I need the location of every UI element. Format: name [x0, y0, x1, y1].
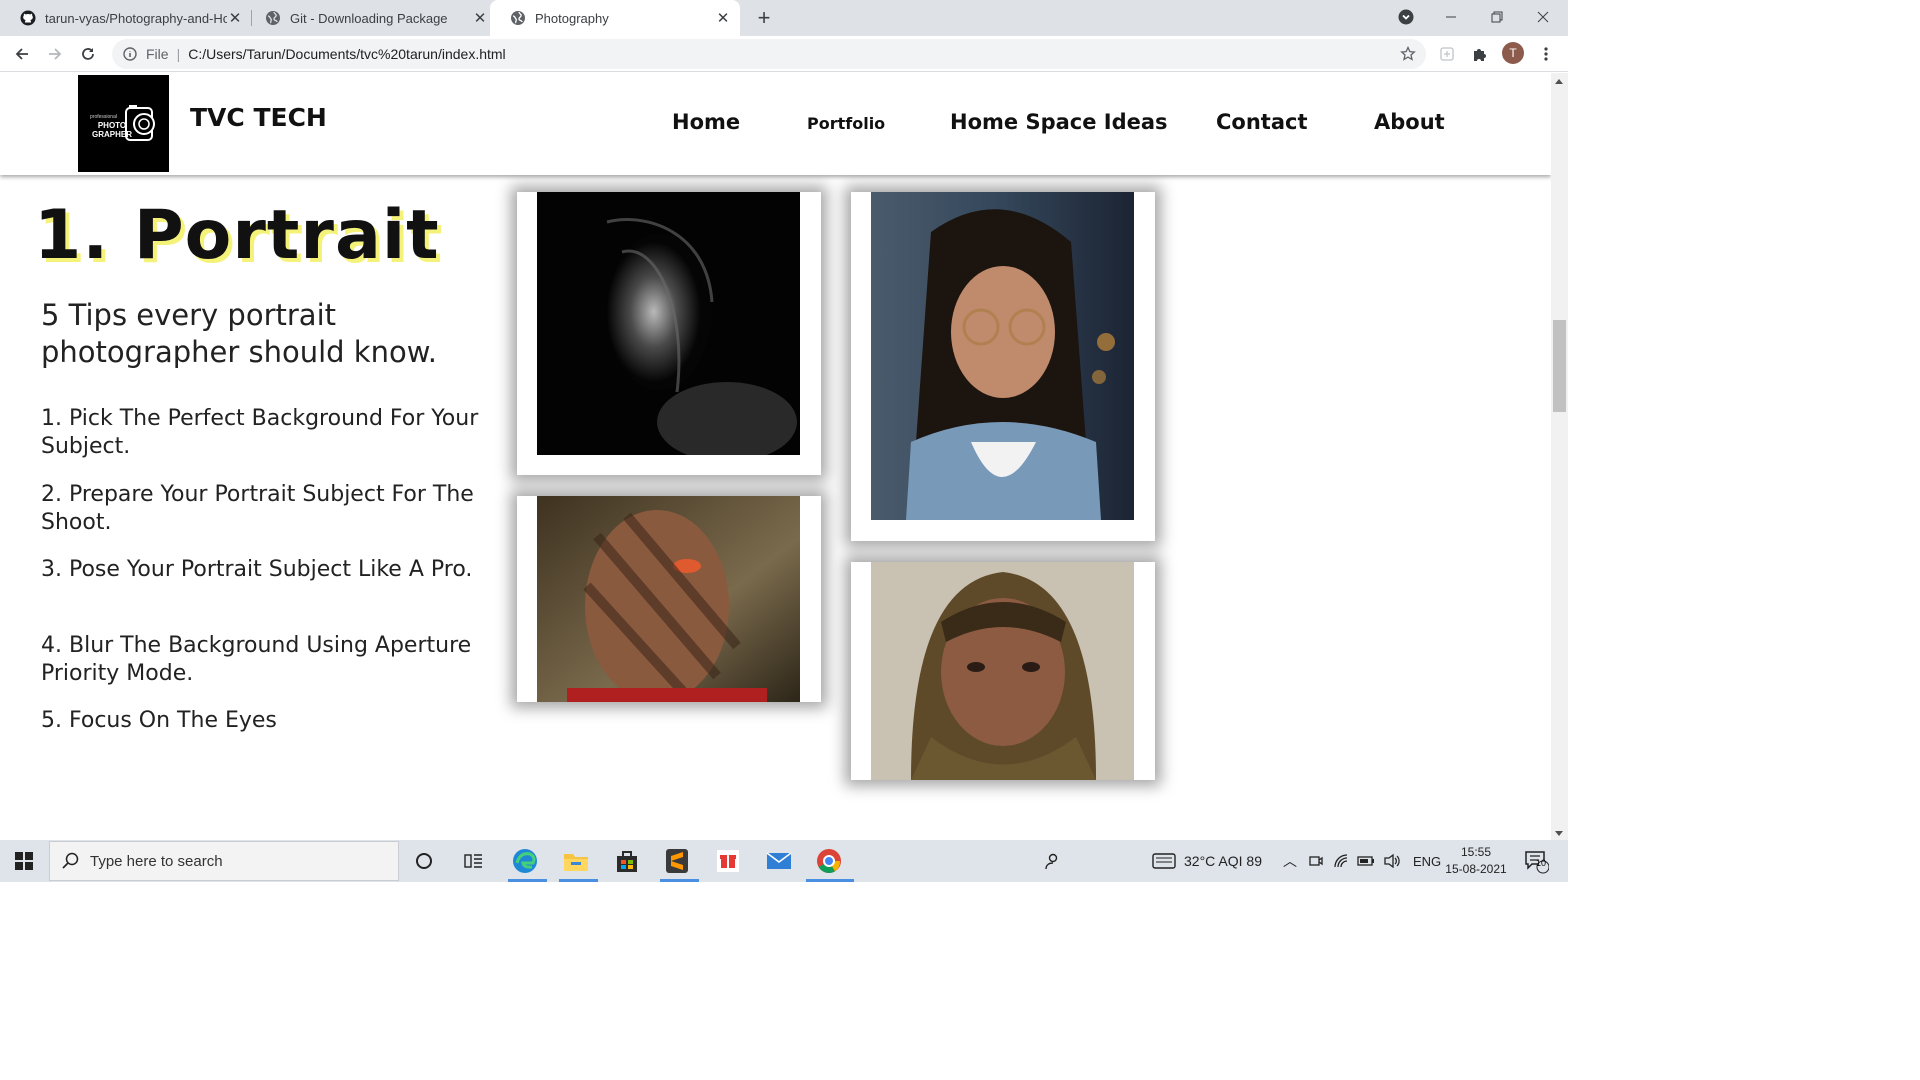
tips-heading: 5 Tips every portrait photographer shoul…: [41, 298, 438, 369]
puzzle-extensions-icon[interactable]: [1468, 42, 1492, 66]
mail-icon[interactable]: [763, 845, 795, 877]
notification-icon[interactable]: 10: [1520, 845, 1552, 877]
edge-browser-icon[interactable]: [509, 845, 541, 877]
tip-item: 3. Pose Your Portrait Subject Like A Pro…: [41, 557, 473, 582]
weather-widget[interactable]: 32°C AQI 89: [1152, 840, 1262, 882]
brand-name: TVC TECH: [190, 103, 327, 132]
clock-date: 15-08-2021: [1445, 862, 1507, 876]
scheme-label: File: [146, 46, 169, 62]
restore-button[interactable]: [1474, 0, 1520, 34]
portrait-photo-bw[interactable]: [537, 192, 800, 455]
browser-tab-photography[interactable]: Photography ✕: [490, 0, 740, 36]
gift-app-icon[interactable]: [712, 845, 744, 877]
scroll-up-arrow-icon[interactable]: [1555, 79, 1563, 84]
explorer-active-indicator: [559, 879, 598, 882]
taskbar-search-input[interactable]: Type here to search: [49, 841, 399, 881]
windows-start-icon[interactable]: [0, 840, 48, 882]
browser-tab-strip: tarun-vyas/Photography-and-Ho ✕ Git - Do…: [0, 0, 1568, 36]
bookmark-star-icon[interactable]: [1400, 45, 1416, 62]
tab-search-icon[interactable]: [1383, 0, 1429, 34]
gallery-frame-1: [517, 192, 821, 475]
page-viewport: professional PHOTO GRAPHER TVC TECH Home…: [0, 73, 1551, 840]
minimize-button[interactable]: [1428, 0, 1474, 34]
language-indicator[interactable]: ENG: [1413, 854, 1441, 869]
windows-taskbar: Type here to search 32°C AQI 89 ︿ ENG 15…: [0, 840, 1568, 882]
tab-title: Git - Downloading Package: [290, 10, 448, 26]
github-icon: [20, 10, 36, 26]
portrait-photo-shadows[interactable]: [537, 496, 800, 702]
globe-icon: [265, 10, 281, 26]
profile-avatar[interactable]: T: [1502, 42, 1524, 64]
close-tab-icon[interactable]: ✕: [472, 10, 488, 27]
search-icon: [62, 852, 79, 869]
nav-portfolio[interactable]: Portfolio: [807, 114, 885, 133]
section-title: 1. Portrait: [34, 196, 440, 275]
close-window-button[interactable]: [1520, 0, 1566, 34]
close-tab-icon[interactable]: ✕: [227, 10, 243, 27]
nav-about[interactable]: About: [1374, 110, 1445, 134]
portrait-photo-glasses[interactable]: [871, 192, 1134, 520]
weather-text: 32°C AQI 89: [1184, 853, 1262, 869]
gallery-frame-2: [517, 496, 821, 702]
weather-icon: [1152, 853, 1176, 869]
page-scrollbar[interactable]: [1551, 73, 1568, 840]
forward-arrow-icon[interactable]: [43, 42, 67, 66]
volume-icon[interactable]: [1383, 853, 1401, 869]
tab-title: Photography: [535, 10, 609, 26]
browser-tab-github[interactable]: tarun-vyas/Photography-and-Ho ✕: [0, 0, 252, 36]
scrollbar-thumb[interactable]: [1553, 320, 1566, 412]
gallery-frame-4: [851, 562, 1155, 780]
reload-icon[interactable]: [76, 42, 100, 66]
tip-item: 5. Focus On The Eyes: [41, 708, 277, 733]
sublime-active-indicator: [660, 879, 699, 882]
url-text: C:/Users/Tarun/Documents/tvc%20tarun/ind…: [188, 46, 506, 62]
battery-icon[interactable]: [1357, 855, 1375, 867]
nav-home-space-ideas[interactable]: Home Space Ideas: [950, 110, 1168, 134]
gallery-frame-3: [851, 192, 1155, 541]
address-bar[interactable]: File | C:/Users/Tarun/Documents/tvc%20ta…: [112, 39, 1426, 69]
store-icon[interactable]: [611, 845, 643, 877]
menu-kebab-icon[interactable]: [1534, 42, 1558, 66]
cortana-icon[interactable]: [408, 845, 440, 877]
browser-toolbar: File | C:/Users/Tarun/Documents/tvc%20ta…: [0, 36, 1568, 72]
site-header: professional PHOTO GRAPHER TVC TECH Home…: [0, 73, 1551, 175]
nav-contact[interactable]: Contact: [1216, 110, 1308, 134]
tip-item: 2. Prepare Your Portrait Subject For The…: [41, 482, 474, 535]
extension-icon[interactable]: [1435, 42, 1459, 66]
file-explorer-icon[interactable]: [560, 845, 592, 877]
tip-item: 4. Blur The Background Using Aperture Pr…: [41, 633, 472, 686]
notification-count: 10: [1535, 858, 1546, 868]
tray-icons[interactable]: ︿ ENG: [1283, 840, 1441, 882]
close-tab-icon[interactable]: ✕: [715, 10, 731, 27]
address-separator: |: [176, 46, 181, 62]
chrome-icon[interactable]: [813, 845, 845, 877]
meet-now-icon[interactable]: [1309, 853, 1323, 869]
new-tab-button[interactable]: +: [752, 5, 776, 30]
tab-title: tarun-vyas/Photography-and-Ho: [45, 10, 227, 26]
back-arrow-icon[interactable]: [10, 42, 34, 66]
wifi-icon[interactable]: [1333, 853, 1349, 869]
chrome-active-indicator: [806, 879, 854, 882]
task-view-icon[interactable]: [458, 845, 490, 877]
info-icon[interactable]: [122, 46, 138, 62]
logo-line-1: professional: [90, 114, 117, 120]
system-clock[interactable]: 15:55 15-08-2021: [1440, 844, 1512, 878]
edge-active-indicator: [508, 879, 547, 882]
clock-time: 15:55: [1460, 845, 1492, 859]
camera-icon: [125, 105, 155, 141]
sublime-text-icon[interactable]: [661, 845, 693, 877]
portrait-photo-child[interactable]: [871, 562, 1134, 780]
site-logo[interactable]: professional PHOTO GRAPHER: [78, 75, 169, 172]
scroll-down-arrow-icon[interactable]: [1555, 831, 1563, 836]
tip-item: 1. Pick The Perfect Background For Your …: [41, 406, 479, 459]
nav-home[interactable]: Home: [672, 110, 740, 134]
chevron-up-icon[interactable]: ︿: [1283, 851, 1297, 871]
globe-icon: [510, 10, 526, 26]
people-icon[interactable]: [1036, 845, 1068, 877]
browser-tab-git[interactable]: Git - Downloading Package ✕: [245, 0, 497, 36]
search-placeholder: Type here to search: [90, 852, 223, 870]
